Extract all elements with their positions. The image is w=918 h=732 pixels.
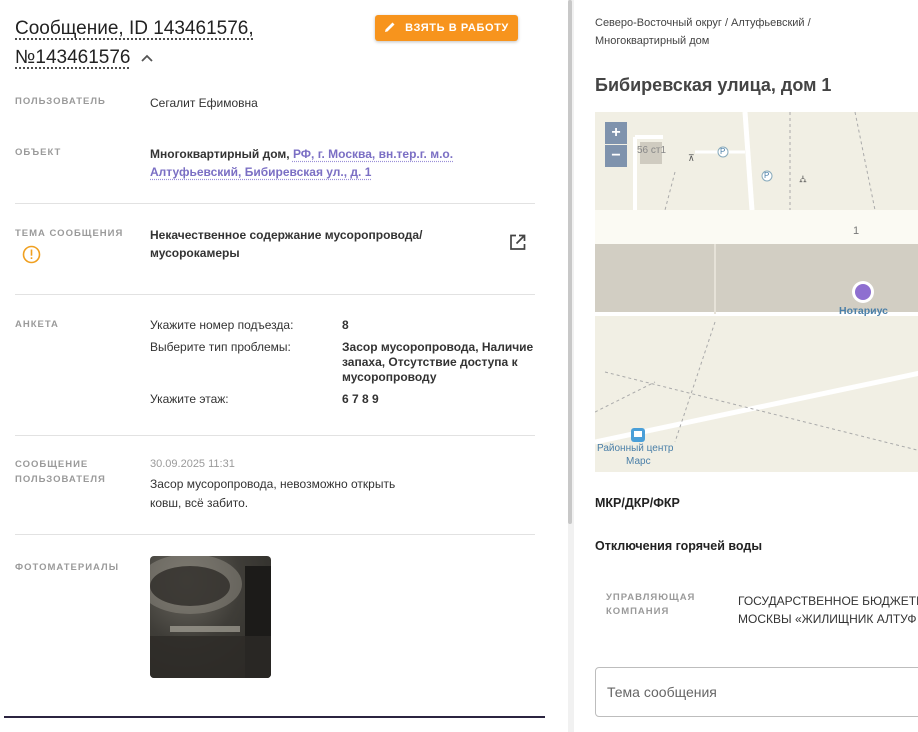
form-answer: 6 7 8 9 xyxy=(342,392,379,406)
divider xyxy=(15,294,535,295)
take-to-work-label: ВЗЯТЬ В РАБОТУ xyxy=(405,22,509,34)
divider xyxy=(15,435,535,436)
take-to-work-button[interactable]: ВЗЯТЬ В РАБОТУ xyxy=(375,15,518,41)
title-line-1: Сообщение, ID 143461576, xyxy=(15,18,254,39)
pencil-icon xyxy=(384,21,396,36)
page-title: Сообщение, ID 143461576, №143461576 xyxy=(15,14,365,72)
address-title: Бибиревская улица, дом 1 xyxy=(595,75,832,95)
management-company-value-line-2: МОСКВЫ «ЖИЛИЩНИК АЛТУФ xyxy=(738,612,917,626)
object-value: Многоквартирный дом, РФ, г. Москва, вн.т… xyxy=(150,145,460,181)
section-mkr[interactable]: МКР/ДКР/ФКР xyxy=(595,496,680,510)
form-question: Выберите тип проблемы: xyxy=(150,340,291,354)
object-label: ОБЪЕКТ xyxy=(15,147,62,158)
zoom-in-button[interactable]: + xyxy=(605,122,627,144)
warning-icon xyxy=(22,245,41,269)
map-poi-notary[interactable]: Нотариус xyxy=(839,305,888,317)
map-parking-label: P xyxy=(764,171,770,180)
divider xyxy=(15,203,535,204)
form-question: Укажите номер подъезда: xyxy=(150,318,294,332)
bottom-divider xyxy=(4,716,545,718)
photos-label: ФОТОМАТЕРИАЛЫ xyxy=(15,562,120,573)
map-landmark-icon: ⛼ xyxy=(799,174,807,185)
divider xyxy=(15,534,535,535)
form-label: АНКЕТА xyxy=(15,319,59,330)
object-type: Многоквартирный дом, xyxy=(150,147,290,161)
map-poi-icon: ⊼ xyxy=(688,153,695,163)
breadcrumb: Северо-Восточный округ / Алтуфьевский / … xyxy=(595,17,811,47)
form-question: Укажите этаж: xyxy=(150,392,229,406)
management-company-label-line-2: КОМПАНИЯ xyxy=(606,606,670,617)
message-date: 30.09.2025 11:31 xyxy=(150,458,235,470)
map-house-number: 1 xyxy=(853,225,860,237)
message-detail-panel: Сообщение, ID 143461576, №143461576 ВЗЯТ… xyxy=(0,0,568,732)
topic-label: ТЕМА СООБЩЕНИЯ xyxy=(15,228,124,239)
object-info-panel: Северо-Восточный округ / Алтуфьевский / … xyxy=(574,0,918,732)
topic-input[interactable] xyxy=(595,667,918,717)
map-parking-label: P xyxy=(720,147,726,156)
message-label-line-2: ПОЛЬЗОВАТЕЛЯ xyxy=(15,474,106,485)
management-company-label-line-1: УПРАВЛЯЮЩАЯ xyxy=(606,592,696,603)
zoom-out-button[interactable]: − xyxy=(605,145,627,167)
scrollbar-thumb[interactable] xyxy=(568,0,572,524)
form-answer: Засор мусоропровода, Наличие запаха, Отс… xyxy=(342,340,534,384)
management-company-label: УПРАВЛЯЮЩАЯ КОМПАНИЯ xyxy=(606,591,695,619)
message-text: Засор мусоропровода, невозможно открыть … xyxy=(150,477,396,510)
map-poi-mall-line-2[interactable]: Марс xyxy=(626,456,651,467)
management-company-value-line-1: ГОСУДАРСТВЕННОЕ БЮДЖЕТН xyxy=(738,594,918,608)
open-external-icon[interactable] xyxy=(508,233,527,257)
message-label: СООБЩЕНИЕ ПОЛЬЗОВАТЕЛЯ xyxy=(15,457,106,487)
section-hot-water[interactable]: Отключения горячей воды xyxy=(595,539,762,553)
management-company-value: ГОСУДАРСТВЕННОЕ БЮДЖЕТН МОСКВЫ «ЖИЛИЩНИК… xyxy=(738,592,918,628)
map-building-label: 56 ст1 xyxy=(637,145,667,156)
map-poi-mall-line-1[interactable]: Районный центр xyxy=(597,443,673,454)
chevron-up-icon[interactable] xyxy=(140,43,154,72)
form-answer: 8 xyxy=(342,318,349,332)
map[interactable]: + − 56 ст1 ⊼ P P ⛼ 1 Нотариус Районный ц… xyxy=(595,112,918,472)
message-label-line-1: СООБЩЕНИЕ xyxy=(15,459,89,470)
user-value: Сегалит Ефимовна xyxy=(150,96,258,110)
photo-thumbnail[interactable] xyxy=(150,556,271,678)
user-label: ПОЛЬЗОВАТЕЛЬ xyxy=(15,96,106,107)
title-line-2: №143461576 xyxy=(15,47,131,68)
topic-value: Некачественное содержание мусоропровода/… xyxy=(150,228,423,260)
